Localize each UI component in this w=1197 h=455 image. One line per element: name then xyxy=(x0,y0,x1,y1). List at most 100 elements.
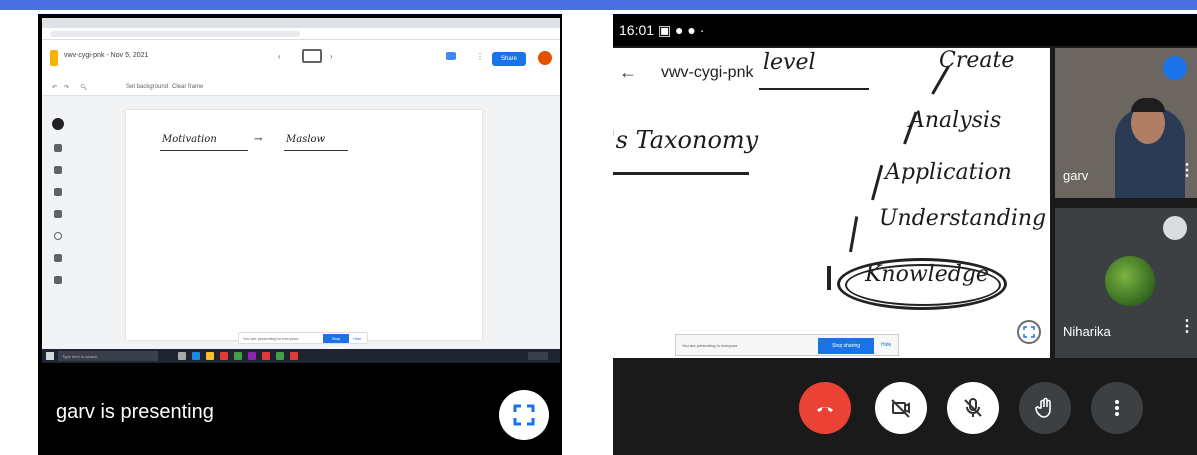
jamboard-toolbar: ↶ ↷ 🔍︎ Set background Clear frame xyxy=(42,80,560,96)
camera-off-icon xyxy=(891,399,910,418)
camera-toggle-button[interactable] xyxy=(875,382,927,434)
participant-name: Niharika xyxy=(1063,324,1111,339)
underline xyxy=(160,150,248,151)
phone-meet-view: 16:01 ▣ ● ● · level Create 's Taxonomy A… xyxy=(613,14,1197,455)
circle-annotation xyxy=(845,264,1001,306)
mic-off-icon xyxy=(964,398,982,417)
app-icon[interactable] xyxy=(262,352,270,360)
redo-icon[interactable]: ↷ xyxy=(64,84,69,91)
taskbar-clock xyxy=(528,352,548,360)
more-options-icon[interactable]: ⋮ xyxy=(1179,319,1195,335)
hide-button[interactable]: Hide xyxy=(353,336,361,341)
participant-tile-garv[interactable]: garv ⋮ xyxy=(1055,48,1197,198)
stroke xyxy=(759,88,869,90)
text-box-icon[interactable] xyxy=(54,254,62,262)
whiteboard-taxonomy: 's Taxonomy xyxy=(613,126,759,154)
mic-toggle-button[interactable] xyxy=(947,382,999,434)
underline xyxy=(284,150,348,151)
presentation-tile: vwv-cygi-pnk - Nov 5, 2021 ‹ › ⋮ Share ↶… xyxy=(38,14,562,455)
jamboard-header: vwv-cygi-pnk - Nov 5, 2021 ‹ › ⋮ Share xyxy=(42,40,560,80)
raise-hand-button[interactable] xyxy=(1019,382,1071,434)
fullscreen-icon xyxy=(1023,326,1035,338)
stroke xyxy=(613,172,749,175)
mic-muted-icon xyxy=(1163,216,1187,240)
arrow-up-icon xyxy=(827,266,831,290)
image-icon[interactable] xyxy=(54,210,62,218)
whiteboard-analysis: Analysis xyxy=(909,108,1002,133)
set-background-button[interactable]: Set background xyxy=(126,84,168,90)
next-frame-icon[interactable]: › xyxy=(330,52,333,61)
handwriting-maslow: Maslow xyxy=(286,134,326,145)
task-view-icon[interactable] xyxy=(178,352,186,360)
more-vert-icon xyxy=(1115,400,1119,416)
file-explorer-icon[interactable] xyxy=(206,352,214,360)
arrow-up-icon xyxy=(849,216,859,253)
status-bar: 16:01 ▣ ● ● · xyxy=(613,14,1197,46)
mic-active-icon xyxy=(1163,56,1187,80)
laser-icon[interactable] xyxy=(54,276,62,284)
app-icon[interactable] xyxy=(290,352,298,360)
frames-icon[interactable] xyxy=(446,52,456,60)
end-call-button[interactable] xyxy=(799,382,851,434)
handwriting-arrow: → xyxy=(254,134,263,145)
shared-screen: vwv-cygi-pnk - Nov 5, 2021 ‹ › ⋮ Share ↶… xyxy=(42,18,560,363)
zoom-icon[interactable]: 🔍︎ xyxy=(80,84,88,91)
undo-icon[interactable]: ↶ xyxy=(52,84,57,91)
sticky-note-icon[interactable] xyxy=(54,188,62,196)
participant-hair xyxy=(1131,98,1165,112)
more-icon[interactable]: ⋮ xyxy=(476,52,484,61)
presenting-message: You are presenting to everyone xyxy=(243,336,299,341)
sharing-notice: You are presenting to everyone Stop shar… xyxy=(675,334,899,356)
participant-tile-niharika[interactable]: Niharika ⋮ xyxy=(1055,208,1197,358)
windows-taskbar: Type here to search xyxy=(42,349,560,363)
taskbar-search[interactable]: Type here to search xyxy=(58,351,158,361)
select-icon[interactable] xyxy=(54,166,62,174)
hide-button[interactable]: Hide xyxy=(881,342,891,348)
app-icon[interactable] xyxy=(248,352,256,360)
stop-sharing-button[interactable]: Stop sharing xyxy=(818,338,874,354)
status-time: 16:01 xyxy=(619,22,655,38)
whiteboard-create: Create xyxy=(939,48,1015,73)
prev-frame-icon[interactable]: ‹ xyxy=(278,52,281,61)
more-options-button[interactable] xyxy=(1091,382,1143,434)
presenting-notice: You are presenting to everyone Stop pres… xyxy=(238,332,368,350)
top-accent-bar xyxy=(0,0,1197,10)
back-arrow-icon[interactable]: ← xyxy=(619,62,637,83)
chrome-icon[interactable] xyxy=(234,352,242,360)
jamboard-title: vwv-cygi-pnk - Nov 5, 2021 xyxy=(64,52,149,59)
avatar[interactable] xyxy=(538,51,552,65)
fullscreen-icon xyxy=(513,404,535,426)
arrow-up-icon xyxy=(871,164,884,201)
handwriting-motivation: Motivation xyxy=(162,134,217,145)
browser-tab-strip xyxy=(42,18,560,28)
frame-bar-icon[interactable] xyxy=(302,49,322,63)
drawing-tools xyxy=(50,118,66,318)
expand-button[interactable] xyxy=(1017,320,1041,344)
pen-icon[interactable] xyxy=(52,118,64,130)
fullscreen-button[interactable] xyxy=(499,390,549,440)
eraser-icon[interactable] xyxy=(54,144,62,152)
windows-start-icon[interactable] xyxy=(46,352,54,360)
app-icon[interactable] xyxy=(220,352,228,360)
more-options-icon[interactable]: ⋮ xyxy=(1179,163,1195,179)
app-icon[interactable] xyxy=(276,352,284,360)
presentation-view[interactable]: level Create 's Taxonomy Analysis Applic… xyxy=(613,48,1050,358)
sharing-message: You are presenting to everyone xyxy=(682,343,738,348)
participant-name: garv xyxy=(1063,168,1089,183)
meeting-code[interactable]: vwv-cygi-pnk xyxy=(661,64,754,82)
whiteboard-understanding: Understanding xyxy=(879,206,1047,231)
status-icons: ▣ ● ● · xyxy=(657,22,705,38)
circle-icon[interactable] xyxy=(54,232,62,240)
browser-address-bar[interactable] xyxy=(42,28,560,40)
avatar xyxy=(1105,256,1155,306)
presenting-label: garv is presenting xyxy=(56,401,214,423)
hang-up-icon xyxy=(817,407,833,412)
whiteboard-frame[interactable]: Motivation → Maslow xyxy=(126,110,482,340)
whiteboard-application: Application xyxy=(885,160,1012,185)
stop-presenting-button[interactable]: Stop presenting xyxy=(323,334,349,350)
call-controls xyxy=(613,382,1197,434)
hand-icon xyxy=(1035,397,1051,418)
edge-icon[interactable] xyxy=(192,352,200,360)
share-button[interactable]: Share xyxy=(492,52,526,66)
clear-frame-button[interactable]: Clear frame xyxy=(172,84,203,90)
